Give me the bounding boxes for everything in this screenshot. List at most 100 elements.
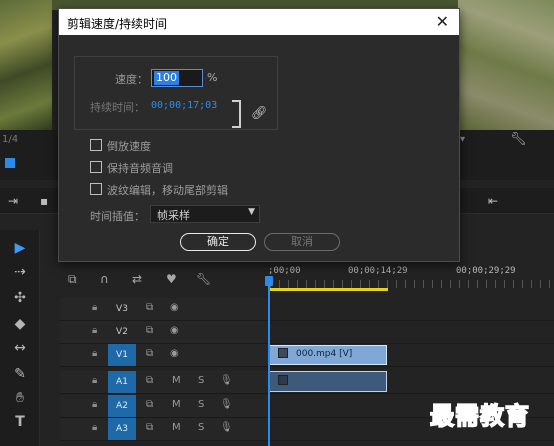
lock-icon[interactable]: 🔒︎ bbox=[92, 325, 97, 336]
ripple-edit-tool-icon[interactable]: ✣ bbox=[10, 288, 30, 308]
track-label[interactable]: A2 bbox=[108, 395, 136, 417]
premiere-workspace: 1/4 ▾ 🔧︎ ⇥ ▪ ⇤ ▶︎ ⇢ ✣ ◆ ↔ ✎ ✋︎ T ⧉ ∩ ⇄ ♥… bbox=[0, 0, 554, 446]
track-label[interactable]: A1 bbox=[108, 371, 136, 393]
track-label[interactable]: A3 bbox=[108, 418, 136, 440]
marker-icon[interactable]: ♥ bbox=[166, 272, 177, 286]
maintain-audio-pitch-label: 保持音频音调 bbox=[107, 162, 173, 175]
ripple-edit-checkbox[interactable] bbox=[90, 183, 102, 195]
hand-tool-icon[interactable]: ✋︎ bbox=[10, 388, 30, 408]
razor-tool-icon[interactable]: ◆ bbox=[10, 314, 30, 334]
eye-icon[interactable]: ◉ bbox=[170, 348, 179, 359]
timeline-settings-icon[interactable]: 🔧︎ bbox=[196, 272, 211, 286]
mute-button[interactable]: M bbox=[172, 399, 181, 410]
wrench-icon[interactable]: 🔧︎ bbox=[510, 132, 527, 147]
speed-duration-group bbox=[74, 56, 278, 130]
slip-tool-icon[interactable]: ↔ bbox=[10, 338, 30, 358]
cancel-button[interactable]: 取消 bbox=[264, 233, 340, 251]
video-frame-left bbox=[0, 0, 52, 130]
sync-lock-icon[interactable]: ⧉ bbox=[146, 399, 153, 410]
ok-button[interactable]: 确定 bbox=[180, 233, 256, 251]
sync-lock-icon[interactable]: ⧉ bbox=[146, 302, 153, 313]
ruler-timecode-mid: 00;00;14;29 bbox=[348, 266, 408, 276]
lock-icon[interactable]: 🔒︎ bbox=[92, 399, 97, 410]
solo-button[interactable]: S bbox=[198, 422, 204, 433]
type-tool-icon[interactable]: T bbox=[10, 412, 30, 432]
maintain-audio-pitch-checkbox[interactable] bbox=[90, 161, 102, 173]
track-v2: 🔒︎ V2 ⧉ ◉ bbox=[60, 321, 554, 344]
reverse-speed-label: 倒放速度 bbox=[107, 140, 151, 153]
time-interpolation-label: 时间插值： bbox=[90, 210, 145, 223]
mute-button[interactable]: M bbox=[172, 422, 181, 433]
export-frame-icon[interactable]: ⇤ bbox=[488, 194, 498, 208]
chevron-down-icon: ▼ bbox=[248, 207, 255, 217]
track-header: 🔒︎ V1 ⧉ ◉ bbox=[60, 344, 268, 366]
linked-select-icon[interactable]: ⇄ bbox=[132, 272, 142, 286]
lock-icon[interactable]: 🔒︎ bbox=[92, 375, 97, 386]
ruler-timecode-end: 00;00;29;29 bbox=[456, 266, 516, 276]
track-label[interactable]: V2 bbox=[108, 321, 136, 343]
speed-label: 速度： bbox=[115, 73, 148, 86]
lock-icon[interactable]: 🔒︎ bbox=[92, 302, 97, 313]
clip-label: 000.mp4 [V] bbox=[296, 349, 353, 359]
eye-icon[interactable]: ◉ bbox=[170, 302, 179, 313]
selection-tool-icon[interactable]: ▶︎ bbox=[10, 238, 30, 258]
sync-lock-icon[interactable]: ⧉ bbox=[146, 422, 153, 433]
clip-fx-icon bbox=[278, 375, 288, 385]
watermark-logo: 最需教育 bbox=[429, 401, 530, 431]
mark-in-icon[interactable]: ▪ bbox=[40, 194, 48, 208]
lock-icon[interactable]: 🔒︎ bbox=[92, 422, 97, 433]
microphone-icon[interactable]: 🎙︎ bbox=[220, 422, 233, 433]
work-area-bar[interactable] bbox=[270, 288, 388, 291]
track-header: 🔒︎ A2 ⧉ M S 🎙︎ bbox=[60, 395, 268, 417]
dialog-title: 剪辑速度/持续时间 bbox=[67, 17, 168, 31]
close-icon[interactable]: ✕ bbox=[436, 12, 449, 31]
reverse-speed-checkbox[interactable] bbox=[90, 139, 102, 151]
snap-icon[interactable]: ∩ bbox=[100, 272, 109, 286]
timeline-header-tools: ⧉ ∩ ⇄ ♥ 🔧︎ bbox=[60, 272, 265, 292]
solo-button[interactable]: S bbox=[198, 375, 204, 386]
eye-icon[interactable]: ◉ bbox=[170, 325, 179, 336]
video-clip[interactable]: 000.mp4 [V] bbox=[269, 345, 387, 365]
track-lane[interactable] bbox=[268, 321, 554, 343]
monitor-fraction: 1/4 bbox=[2, 134, 19, 145]
nest-icon[interactable]: ⧉ bbox=[68, 272, 77, 287]
track-header: 🔒︎ V2 ⧉ ◉ bbox=[60, 321, 268, 343]
track-label[interactable]: V1 bbox=[108, 344, 136, 366]
microphone-icon[interactable]: 🎙︎ bbox=[220, 399, 233, 410]
ripple-edit-label: 波纹编辑，移动尾部剪辑 bbox=[107, 184, 228, 197]
sync-lock-icon[interactable]: ⧉ bbox=[146, 325, 153, 336]
pen-tool-icon[interactable]: ✎ bbox=[10, 364, 30, 384]
speed-value: 100 bbox=[154, 71, 179, 85]
lock-icon[interactable]: 🔒︎ bbox=[92, 348, 97, 359]
ruler-ticks bbox=[270, 280, 554, 288]
video-frame-right bbox=[458, 0, 554, 130]
link-bracket bbox=[232, 100, 241, 128]
tools-panel: ▶︎ ⇢ ✣ ◆ ↔ ✎ ✋︎ T bbox=[0, 230, 40, 446]
microphone-icon[interactable]: 🎙︎ bbox=[220, 375, 233, 386]
monitor-dropdown[interactable]: ▾ bbox=[460, 134, 500, 150]
link-icon[interactable]: 🔗︎ bbox=[251, 106, 268, 121]
playhead-line[interactable] bbox=[268, 278, 270, 446]
time-interpolation-value: 帧采样 bbox=[157, 209, 190, 222]
sync-lock-icon[interactable]: ⧉ bbox=[146, 375, 153, 386]
track-header: 🔒︎ V3 ⧉ ◉ bbox=[60, 298, 268, 320]
track-select-tool-icon[interactable]: ⇢ bbox=[10, 262, 30, 282]
solo-button[interactable]: S bbox=[198, 399, 204, 410]
time-interpolation-select[interactable]: 帧采样 ▼ bbox=[150, 205, 260, 223]
track-header: 🔒︎ A3 ⧉ M S 🎙︎ bbox=[60, 418, 268, 440]
insert-icon[interactable]: ⇥ bbox=[8, 194, 18, 208]
track-v3: 🔒︎ V3 ⧉ ◉ bbox=[60, 298, 554, 321]
dialog-titlebar[interactable]: 剪辑速度/持续时间 ✕ bbox=[59, 9, 459, 35]
track-lane[interactable] bbox=[268, 298, 554, 320]
audio-clip[interactable] bbox=[269, 371, 387, 392]
ruler-timecode-start: ;00;00 bbox=[268, 266, 301, 276]
speed-input[interactable]: 100 bbox=[151, 69, 203, 87]
speed-unit: % bbox=[207, 71, 218, 84]
mute-button[interactable]: M bbox=[172, 375, 181, 386]
track-label[interactable]: V3 bbox=[108, 298, 136, 320]
duration-value[interactable]: 00;00;17;03 bbox=[151, 100, 217, 111]
sync-lock-icon[interactable]: ⧉ bbox=[146, 348, 153, 359]
playhead-handle[interactable] bbox=[265, 276, 273, 286]
monitor-playhead-marker[interactable] bbox=[5, 158, 15, 168]
track-header: 🔒︎ A1 ⧉ M S 🎙︎ bbox=[60, 371, 268, 393]
